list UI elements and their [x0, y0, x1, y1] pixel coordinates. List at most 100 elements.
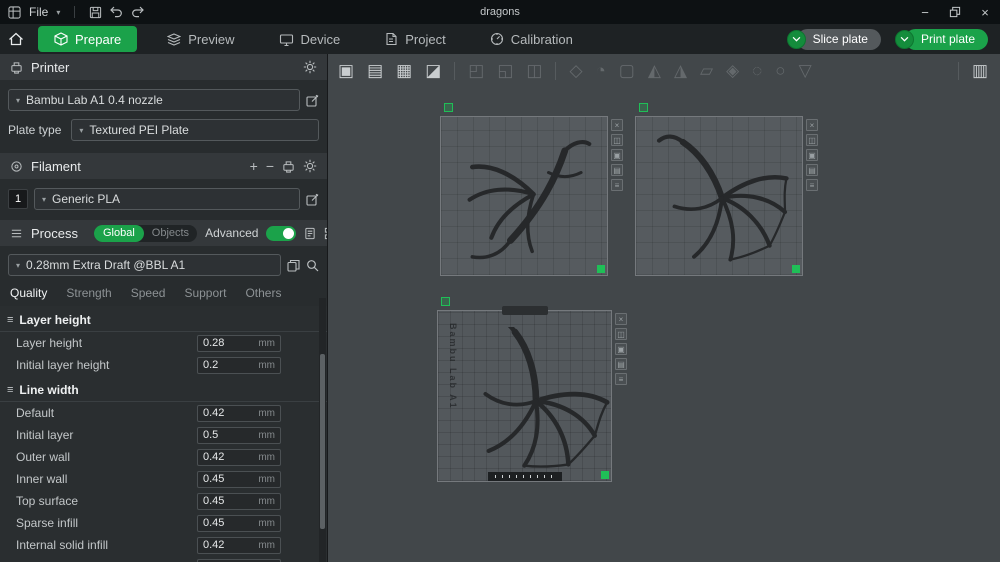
skip-plate-icon[interactable]: ◫ [611, 134, 623, 146]
param-row: Layer height 0.28 mm [0, 332, 327, 354]
line-width-initial-layer-input[interactable]: 0.5 mm [197, 426, 281, 444]
plate-settings-icon[interactable]: ▤ [615, 358, 627, 370]
file-menu[interactable]: File [29, 5, 48, 19]
delete-plate-icon[interactable]: × [615, 313, 627, 325]
printer-edit-icon[interactable] [306, 94, 319, 107]
filament-edit-icon[interactable] [306, 193, 319, 206]
slice-dropdown-icon[interactable] [786, 29, 806, 49]
advanced-toggle[interactable] [266, 225, 297, 241]
filament-slot-badge[interactable]: 1 [8, 189, 28, 209]
auto-orient-icon[interactable]: ◪ [425, 62, 441, 79]
line-width-default-input[interactable]: 0.42 mm [197, 404, 281, 422]
initial-layer-height-input[interactable]: 0.2 mm [197, 356, 281, 374]
preset-search-icon[interactable] [306, 259, 319, 272]
lock-plate-icon[interactable]: ▣ [615, 343, 627, 355]
home-button[interactable] [0, 24, 32, 54]
sidebar-scrollbar[interactable] [319, 298, 326, 562]
lock-plate-icon[interactable]: ▣ [806, 149, 818, 161]
line-width-support-input[interactable]: 0.42 mm [197, 558, 281, 562]
print-dropdown-icon[interactable] [894, 29, 914, 49]
process-page-icon[interactable] [304, 227, 316, 240]
scope-objects[interactable]: Objects [144, 227, 197, 239]
plate-status-icon [639, 103, 648, 112]
remove-filament-icon[interactable]: − [266, 158, 274, 174]
support-paint-icon: ▽ [798, 61, 812, 80]
close-button[interactable]: × [970, 0, 1000, 24]
printer-preset-select[interactable]: ▾ Bambu Lab A1 0.4 nozzle [8, 89, 300, 111]
build-plate-3[interactable]: Bambu Lab A1 × ◫ ▣ ▤ ≡ [437, 297, 627, 482]
plate-settings-icon[interactable]: ▤ [806, 164, 818, 176]
lock-plate-icon[interactable]: ▣ [611, 149, 623, 161]
app-menu-icon[interactable] [8, 6, 21, 19]
add-object-icon[interactable]: ▣ [338, 62, 354, 79]
file-menu-chevron-icon[interactable]: ▾ [56, 8, 60, 17]
split-parts-icon: ◱ [497, 61, 514, 80]
line-width-internal-solid-input[interactable]: 0.42 mm [197, 536, 281, 554]
tab-project[interactable]: Project [368, 24, 461, 54]
plate-settings-icon[interactable]: ▤ [611, 164, 623, 176]
ams-sync-icon[interactable] [282, 160, 295, 173]
filament-settings-gear-icon[interactable] [303, 159, 317, 173]
group-icon: ≡ [7, 314, 14, 326]
param-row: Initial layer height 0.2 mm [0, 354, 327, 376]
process-modules-icon[interactable] [324, 227, 328, 240]
delete-plate-icon[interactable]: × [611, 119, 623, 131]
slice-plate-button[interactable]: Slice plate [786, 28, 881, 50]
restore-button[interactable] [940, 0, 970, 24]
tab-preview[interactable]: Preview [151, 24, 250, 54]
plate-action-stack: × ◫ ▣ ▤ ≡ [806, 119, 818, 191]
rotate-icon: ◔ [595, 61, 606, 80]
main-tabbar: Prepare Preview Device Project Calibrati… [0, 24, 1000, 54]
dragon-model[interactable] [652, 125, 792, 271]
redo-icon[interactable] [131, 6, 144, 18]
process-section-header: Process Global Objects Advanced [0, 220, 327, 246]
skip-plate-icon[interactable]: ◫ [806, 134, 818, 146]
preset-copy-icon[interactable] [287, 259, 300, 272]
arrange-icon[interactable]: ▦ [396, 62, 412, 79]
layer-height-input[interactable]: 0.28 mm [197, 334, 281, 352]
scope-global[interactable]: Global [93, 224, 144, 242]
filament-preset-select[interactable]: ▾ Generic PLA [34, 188, 300, 210]
viewport-3d[interactable]: ▣ ▤ ▦ ◪ ◰ ◱ ◫ ◇ ◔ ▢ ◭ ◮ ▱ ◈ ◌ ○ ▽ ▥ × ◫ … [328, 54, 1000, 562]
tab-calibration[interactable]: Calibration [474, 24, 589, 54]
scrollbar-thumb[interactable] [320, 354, 325, 529]
tab-device[interactable]: Device [263, 24, 357, 54]
plate-type-label: Plate type [8, 123, 62, 137]
seam-paint-icon: ○ [775, 61, 786, 80]
dragon-model[interactable] [455, 129, 593, 265]
printer-settings-gear-icon[interactable] [303, 60, 317, 74]
line-width-top-surface-input[interactable]: 0.45 mm [197, 492, 281, 510]
plate-name-icon[interactable]: ≡ [611, 179, 623, 191]
add-filament-icon[interactable]: + [250, 158, 258, 174]
process-tab-strength[interactable]: Strength [66, 286, 111, 300]
line-width-sparse-infill-input[interactable]: 0.45 mm [197, 514, 281, 532]
process-scope-switch[interactable]: Global Objects [93, 224, 198, 242]
plate-name-icon[interactable]: ≡ [806, 179, 818, 191]
line-width-inner-wall-input[interactable]: 0.45 mm [197, 470, 281, 488]
process-tab-quality[interactable]: Quality [10, 286, 47, 300]
line-width-outer-wall-input[interactable]: 0.42 mm [197, 448, 281, 466]
process-tab-speed[interactable]: Speed [131, 286, 166, 300]
mirror-icon: ◭ [647, 61, 661, 80]
build-plate-1[interactable]: × ◫ ▣ ▤ ≡ [440, 103, 623, 276]
merge-icon: ◫ [526, 61, 543, 80]
move-icon: ◇ [569, 61, 583, 80]
undo-icon[interactable] [110, 6, 123, 18]
skip-plate-icon[interactable]: ◫ [615, 328, 627, 340]
delete-plate-icon[interactable]: × [806, 119, 818, 131]
plate-name-icon[interactable]: ≡ [615, 373, 627, 385]
build-plate-2[interactable]: × ◫ ▣ ▤ ≡ [635, 103, 818, 276]
plate-marking-text: Bambu Lab A1 [448, 323, 458, 410]
plate-type-select[interactable]: ▾ Textured PEI Plate [71, 119, 319, 141]
process-tab-others[interactable]: Others [245, 286, 281, 300]
gauge-icon [490, 32, 504, 46]
save-icon[interactable] [89, 6, 102, 19]
tab-prepare[interactable]: Prepare [38, 26, 138, 52]
add-plate-icon[interactable]: ▤ [367, 62, 383, 79]
minimize-button[interactable]: − [910, 0, 940, 24]
process-preset-select[interactable]: ▾ 0.28mm Extra Draft @BBL A1 [8, 254, 281, 276]
print-plate-button[interactable]: Print plate [894, 28, 988, 50]
dragon-model[interactable] [462, 327, 610, 475]
variable-layer-height-icon[interactable]: ▥ [972, 62, 988, 79]
process-tab-support[interactable]: Support [184, 286, 226, 300]
